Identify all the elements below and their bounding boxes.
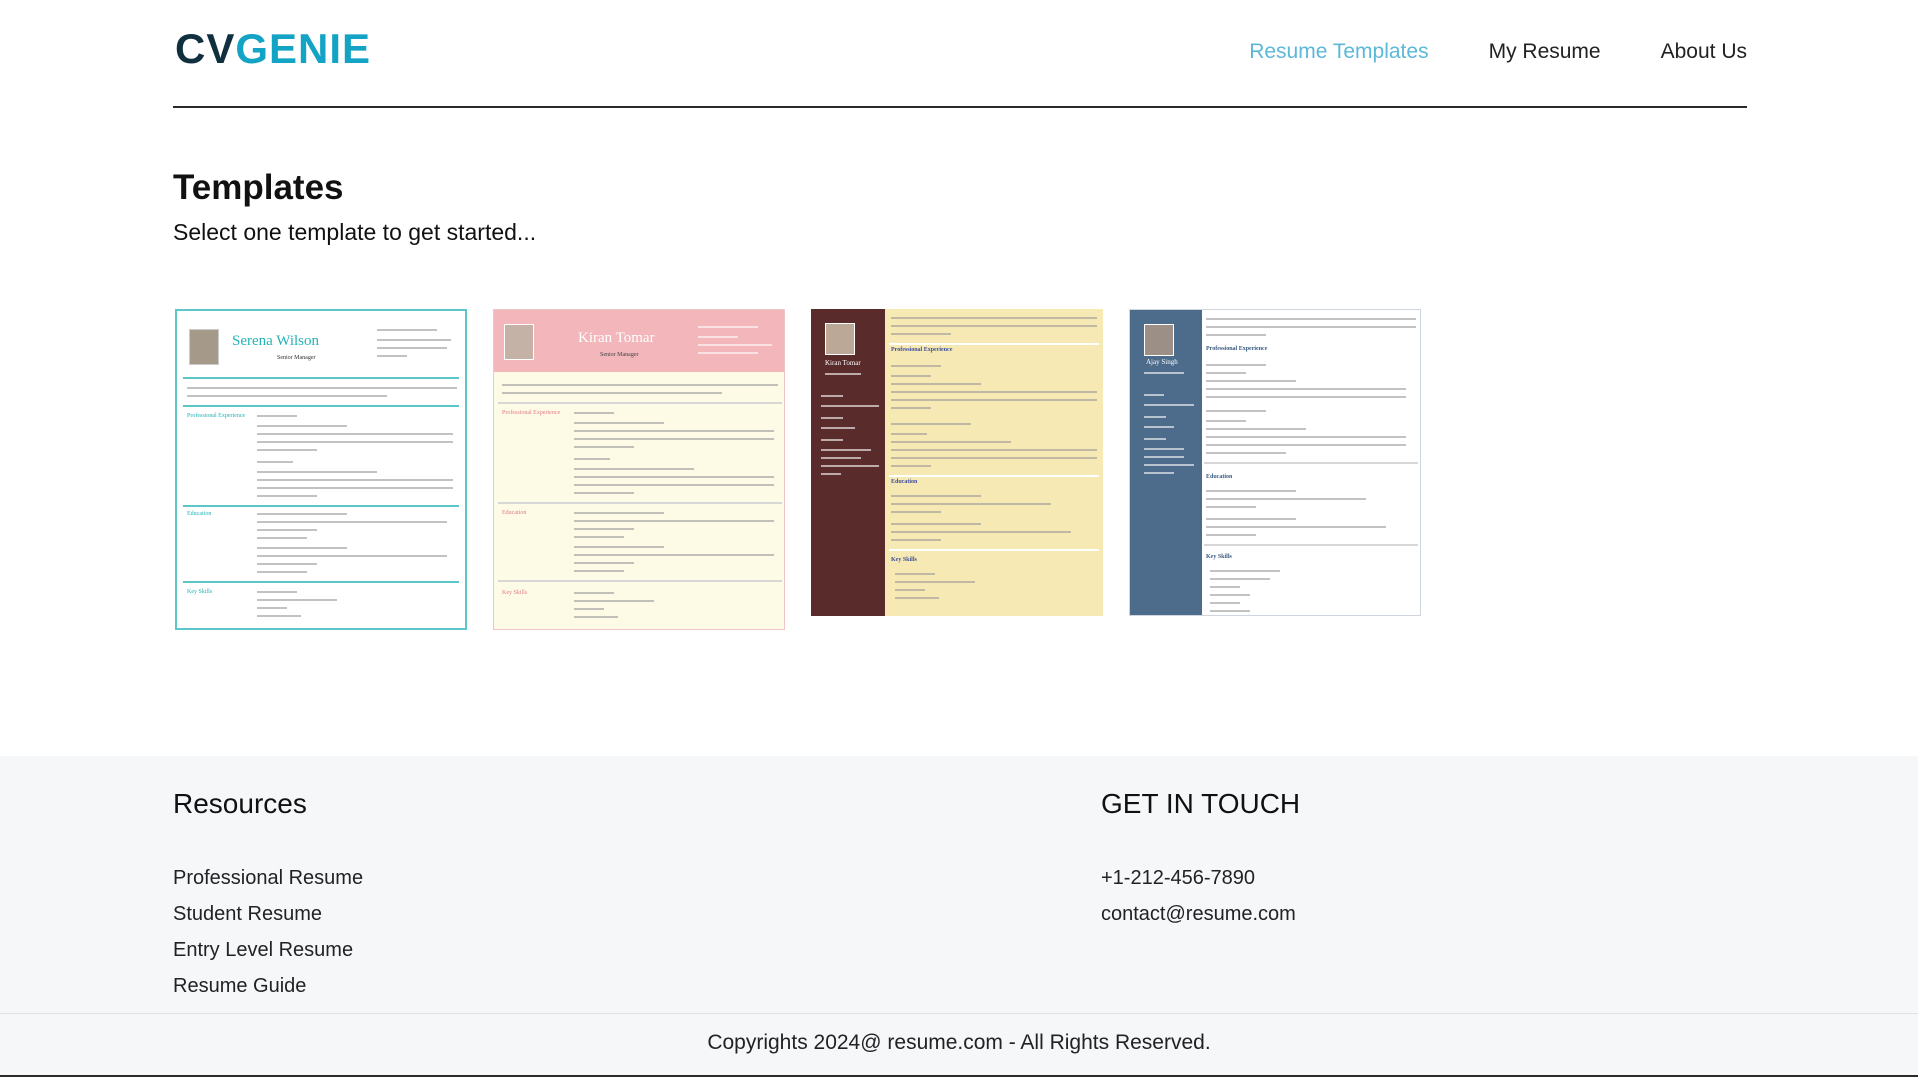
template-3-sidebar	[811, 309, 885, 616]
template-2-photo	[504, 324, 534, 360]
nav-about-us[interactable]: About Us	[1661, 40, 1747, 64]
template-card-4[interactable]: Ajay Singh Professional Experience Educa…	[1129, 309, 1421, 616]
get-in-touch-heading: GET IN TOUCH	[1101, 788, 1301, 819]
template-1-name: Serena Wilson	[232, 333, 320, 349]
contact-phone[interactable]: +1-212-456-7890	[1101, 860, 1296, 896]
template-2-name: Kiran Tomar	[578, 330, 655, 346]
nav-resume-templates[interactable]: Resume Templates	[1249, 40, 1428, 64]
nav-my-resume[interactable]: My Resume	[1489, 40, 1601, 64]
logo-text-genie: GENIE	[235, 25, 372, 72]
copyright-bar: Copyrights 2024@ resume.com - All Rights…	[0, 1013, 1918, 1077]
footer-link-resume-guide[interactable]: Resume Guide	[173, 968, 363, 1004]
template-3-section-education: Education	[891, 479, 918, 485]
template-4-section-skills: Key Skills	[1206, 554, 1232, 560]
template-3-section-experience: Professional Experience	[891, 347, 953, 353]
template-1-section-skills: Key Skills	[187, 589, 213, 595]
template-3-name: Kiran Tomar	[825, 359, 861, 367]
contact-list: +1-212-456-7890 contact@resume.com	[1101, 860, 1296, 932]
template-card-2[interactable]: Kiran Tomar Senior Manager Professional …	[493, 309, 785, 630]
template-1-photo	[189, 329, 219, 365]
page-title: Templates	[173, 168, 344, 207]
template-4-name: Ajay Singh	[1146, 358, 1178, 366]
template-2-section-education: Education	[502, 510, 527, 516]
template-card-1[interactable]: Serena Wilson Senior Manager Professiona…	[175, 309, 467, 630]
template-2-role: Senior Manager	[600, 352, 639, 358]
template-2-section-experience: Professional Experience	[502, 410, 561, 416]
template-1-role: Senior Manager	[277, 355, 316, 361]
template-1-section-experience: Professional Experience	[187, 413, 246, 419]
page-subtitle: Select one template to get started...	[173, 219, 537, 245]
template-4-photo	[1144, 324, 1174, 356]
main-nav: Resume Templates My Resume About Us	[1249, 40, 1747, 64]
site-footer: Resources Professional Resume Student Re…	[0, 756, 1918, 1013]
site-header: CVGENIE Resume Templates My Resume About…	[173, 0, 1747, 108]
template-3-section-skills: Key Skills	[891, 557, 917, 563]
footer-link-student-resume[interactable]: Student Resume	[173, 896, 363, 932]
logo-text-cv: CV	[175, 25, 236, 72]
template-3-photo	[825, 323, 855, 355]
template-gallery: Serena Wilson Senior Manager Professiona…	[175, 309, 1421, 630]
footer-link-professional-resume[interactable]: Professional Resume	[173, 860, 363, 896]
resources-heading: Resources	[173, 788, 307, 819]
resources-list: Professional Resume Student Resume Entry…	[173, 860, 363, 1004]
footer-link-entry-level-resume[interactable]: Entry Level Resume	[173, 932, 363, 968]
template-4-section-experience: Professional Experience	[1206, 346, 1268, 352]
template-1-section-education: Education	[187, 511, 212, 517]
template-4-section-education: Education	[1206, 474, 1233, 480]
template-2-section-skills: Key Skills	[502, 590, 528, 596]
cvgenie-logo[interactable]: CVGENIE	[175, 28, 371, 70]
contact-email[interactable]: contact@resume.com	[1101, 896, 1296, 932]
template-card-3[interactable]: Kiran Tomar Professional Experience Educ…	[811, 309, 1103, 616]
